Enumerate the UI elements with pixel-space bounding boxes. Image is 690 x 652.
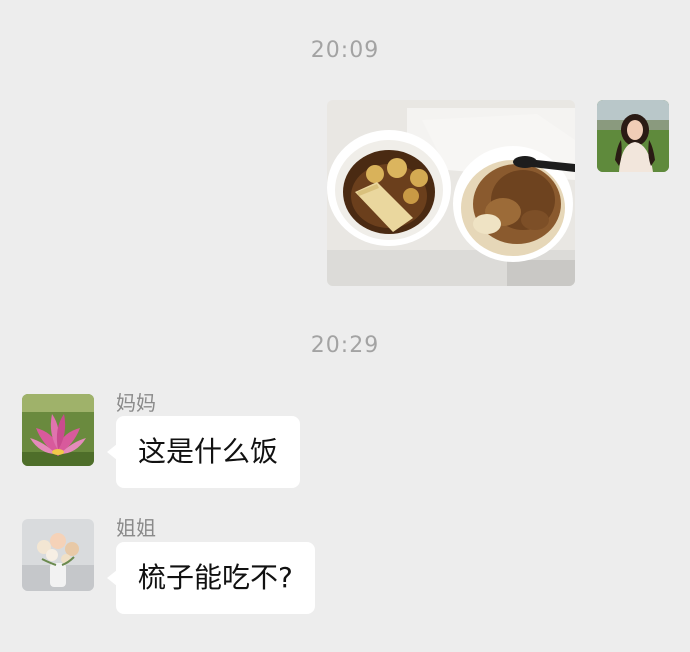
timestamp-1: 20:09 [310,38,380,63]
flowers-avatar-image [22,519,94,591]
message-bubble-sister[interactable]: 梳子能吃不? [107,542,315,614]
self-avatar[interactable] [597,100,669,172]
sender-name-sister: 姐姐 [116,516,156,540]
sister-avatar[interactable] [22,519,94,591]
food-photo [327,100,575,286]
sender-name-mom: 妈妈 [116,391,156,415]
avatar-image [597,100,669,172]
message-bubble-mom[interactable]: 这是什么饭 [106,416,301,488]
sent-photo-message[interactable] [327,100,575,286]
timestamp-2: 20:29 [310,333,380,358]
lotus-avatar-image [22,394,94,466]
mom-avatar[interactable] [22,394,94,466]
